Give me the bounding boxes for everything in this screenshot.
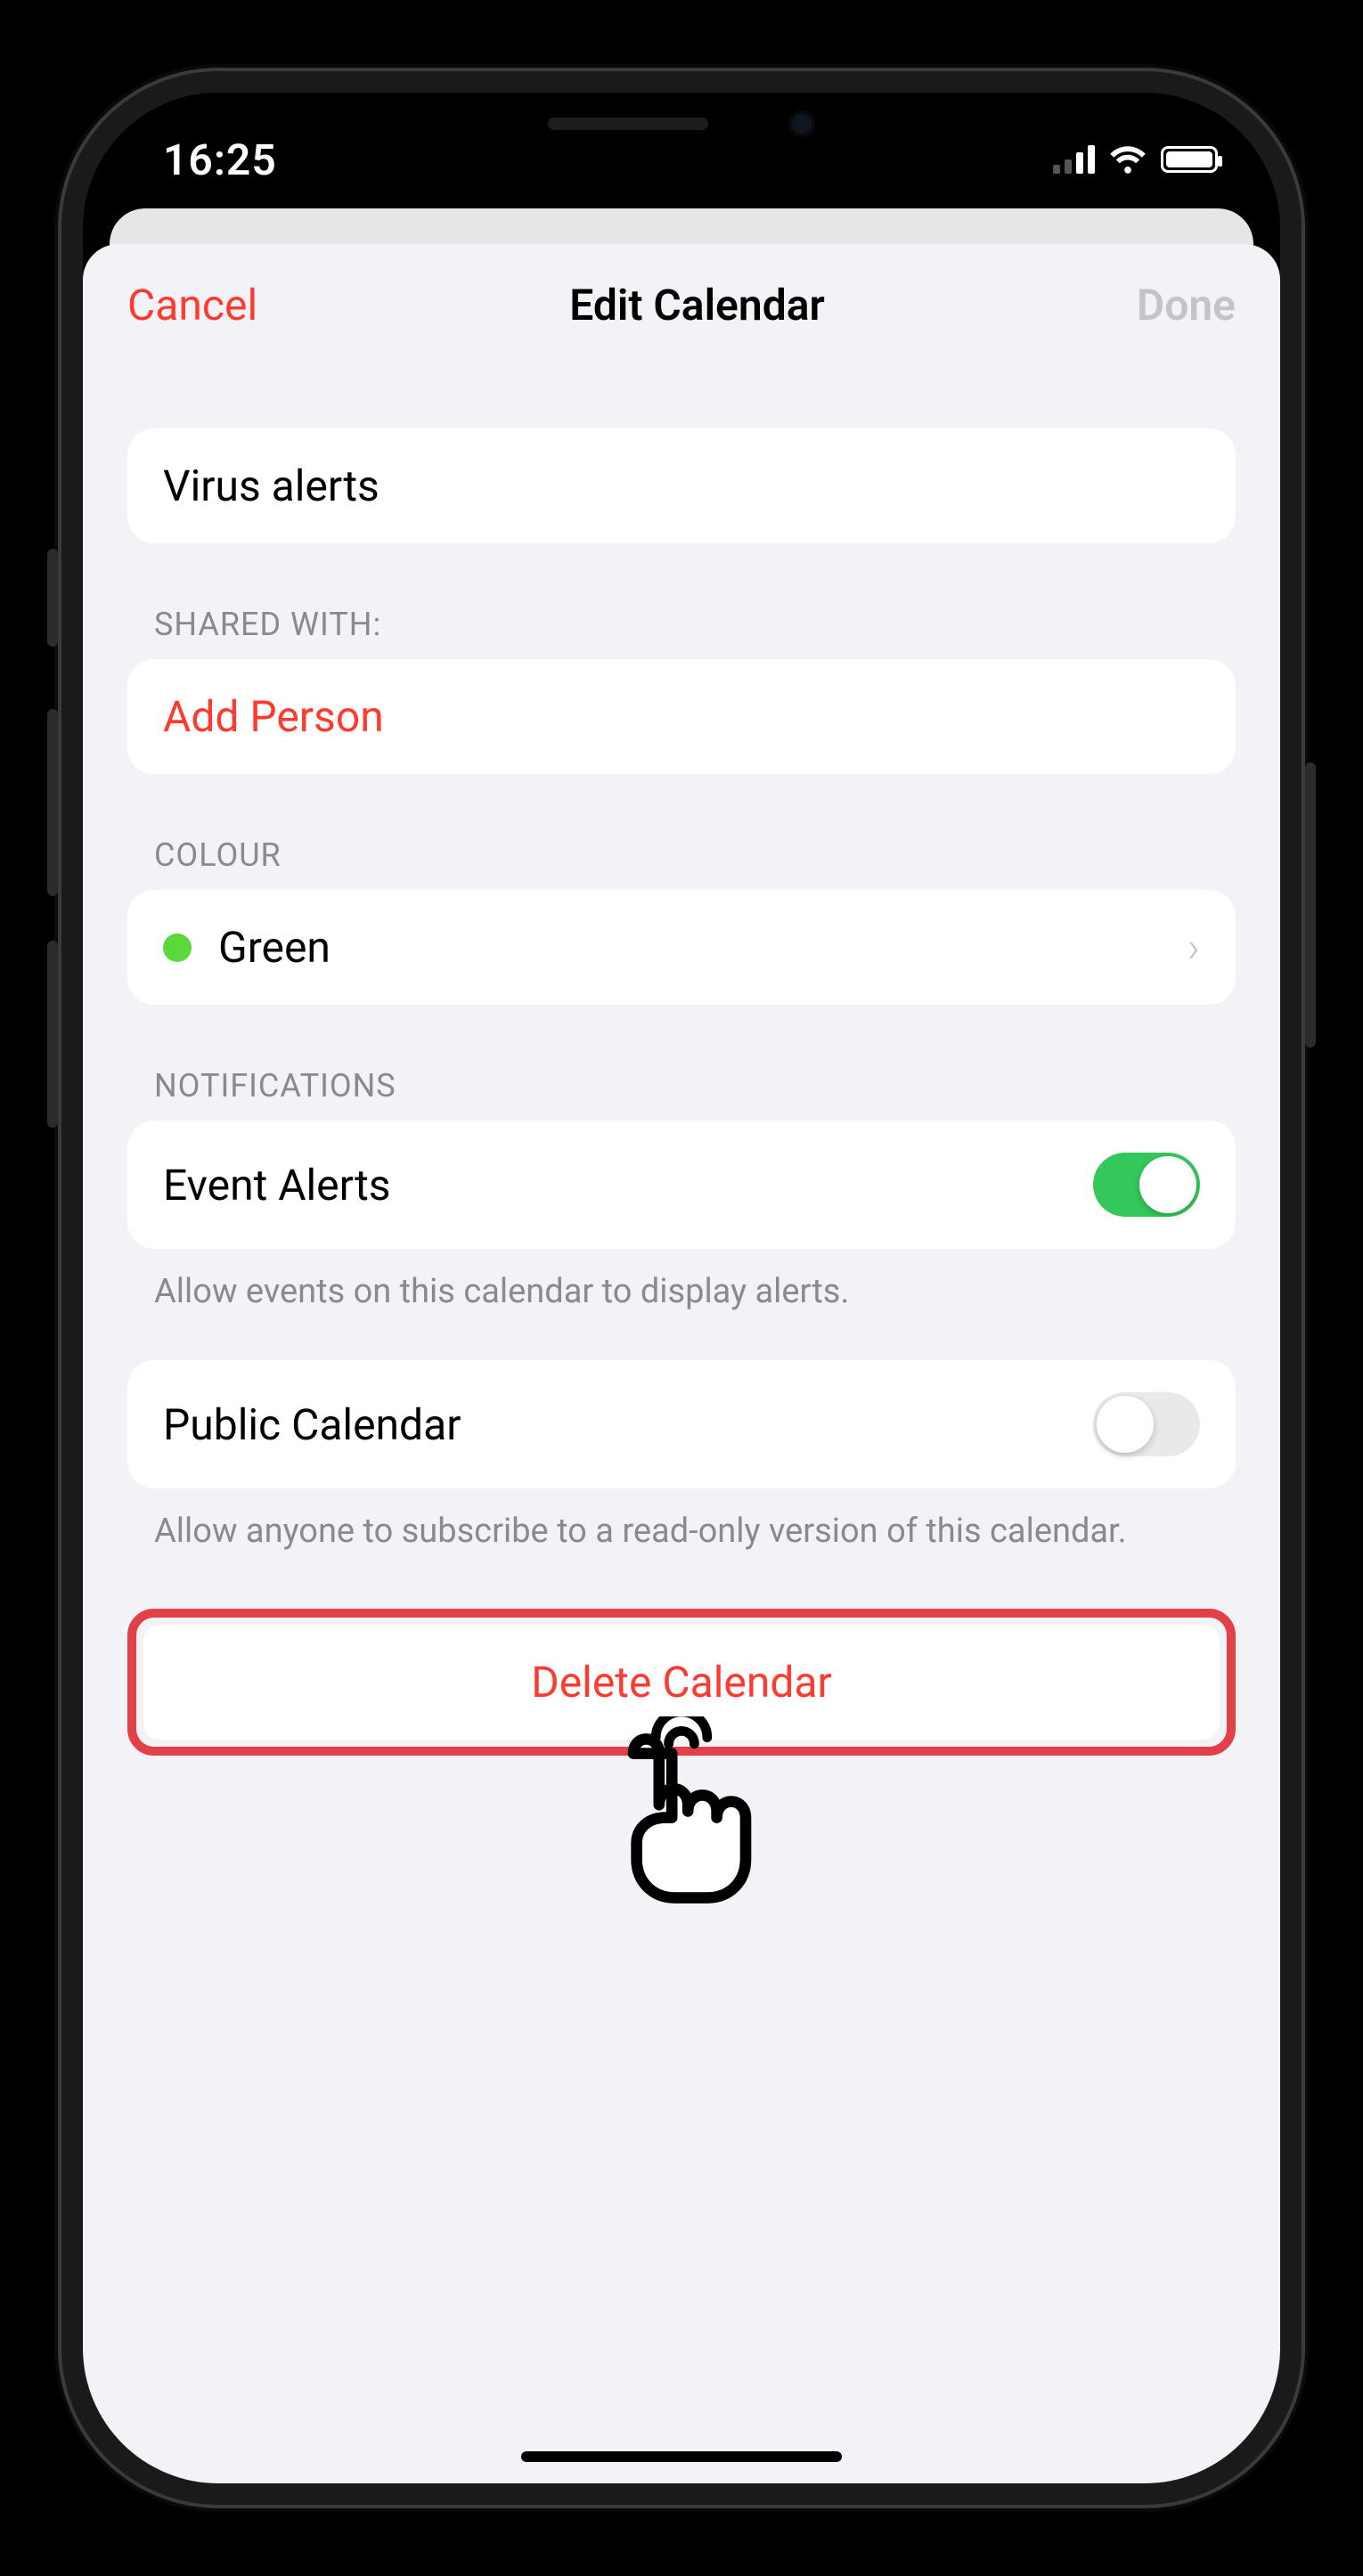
public-calendar-footer: Allow anyone to subscribe to a read-only… bbox=[127, 1488, 1236, 1555]
name-group: Virus alerts bbox=[127, 428, 1236, 543]
notifications-header: NOTIFICATIONS bbox=[127, 1067, 1236, 1121]
notifications-group: NOTIFICATIONS Event Alerts Allow events … bbox=[127, 1067, 1236, 1316]
colour-row[interactable]: Green › bbox=[127, 890, 1236, 1005]
colour-swatch-icon bbox=[163, 933, 192, 962]
status-time: 16:25 bbox=[163, 135, 277, 185]
power-button bbox=[1305, 762, 1316, 1048]
public-calendar-toggle[interactable] bbox=[1093, 1392, 1200, 1456]
delete-highlight: Delete Calendar bbox=[127, 1609, 1236, 1756]
delete-calendar-button[interactable]: Delete Calendar bbox=[143, 1625, 1220, 1740]
colour-group: COLOUR Green › bbox=[127, 836, 1236, 1005]
notch bbox=[432, 93, 931, 155]
chevron-right-icon: › bbox=[1188, 922, 1200, 973]
calendar-name-value: Virus alerts bbox=[163, 461, 380, 511]
public-group: Public Calendar Allow anyone to subscrib… bbox=[127, 1360, 1236, 1555]
shared-group: SHARED WITH: Add Person bbox=[127, 606, 1236, 774]
earpiece bbox=[548, 118, 708, 130]
event-alerts-toggle[interactable] bbox=[1093, 1153, 1200, 1217]
mute-switch bbox=[47, 549, 58, 647]
public-calendar-label: Public Calendar bbox=[163, 1399, 461, 1450]
home-indicator[interactable] bbox=[521, 2451, 842, 2462]
page-title: Edit Calendar bbox=[569, 280, 825, 330]
public-calendar-row: Public Calendar bbox=[127, 1360, 1236, 1488]
status-icons bbox=[1053, 145, 1218, 174]
phone-frame: 16:25 Cancel Edit Calendar Done bbox=[58, 68, 1305, 2508]
nav-bar: Cancel Edit Calendar Done bbox=[83, 244, 1280, 357]
colour-name: Green bbox=[218, 922, 331, 973]
delete-calendar-label: Delete Calendar bbox=[531, 1657, 832, 1708]
cancel-button[interactable]: Cancel bbox=[127, 280, 257, 330]
cellular-icon bbox=[1053, 145, 1095, 174]
colour-header: COLOUR bbox=[127, 836, 1236, 890]
content-area: Virus alerts SHARED WITH: Add Person COL… bbox=[83, 357, 1280, 1756]
tap-gesture-icon bbox=[601, 1716, 762, 1912]
screen: 16:25 Cancel Edit Calendar Done bbox=[83, 93, 1280, 2483]
shared-header: SHARED WITH: bbox=[127, 606, 1236, 659]
volume-up-button bbox=[47, 709, 58, 896]
calendar-name-field[interactable]: Virus alerts bbox=[127, 428, 1236, 543]
add-person-button[interactable]: Add Person bbox=[127, 659, 1236, 774]
add-person-label: Add Person bbox=[163, 691, 384, 742]
battery-icon bbox=[1161, 146, 1218, 173]
volume-down-button bbox=[47, 941, 58, 1128]
event-alerts-footer: Allow events on this calendar to display… bbox=[127, 1249, 1236, 1316]
edit-calendar-sheet: Cancel Edit Calendar Done Virus alerts S… bbox=[83, 244, 1280, 2483]
event-alerts-row: Event Alerts bbox=[127, 1121, 1236, 1249]
done-button[interactable]: Done bbox=[1137, 280, 1236, 330]
wifi-icon bbox=[1109, 145, 1147, 174]
event-alerts-label: Event Alerts bbox=[163, 1160, 391, 1211]
front-camera bbox=[788, 110, 815, 137]
